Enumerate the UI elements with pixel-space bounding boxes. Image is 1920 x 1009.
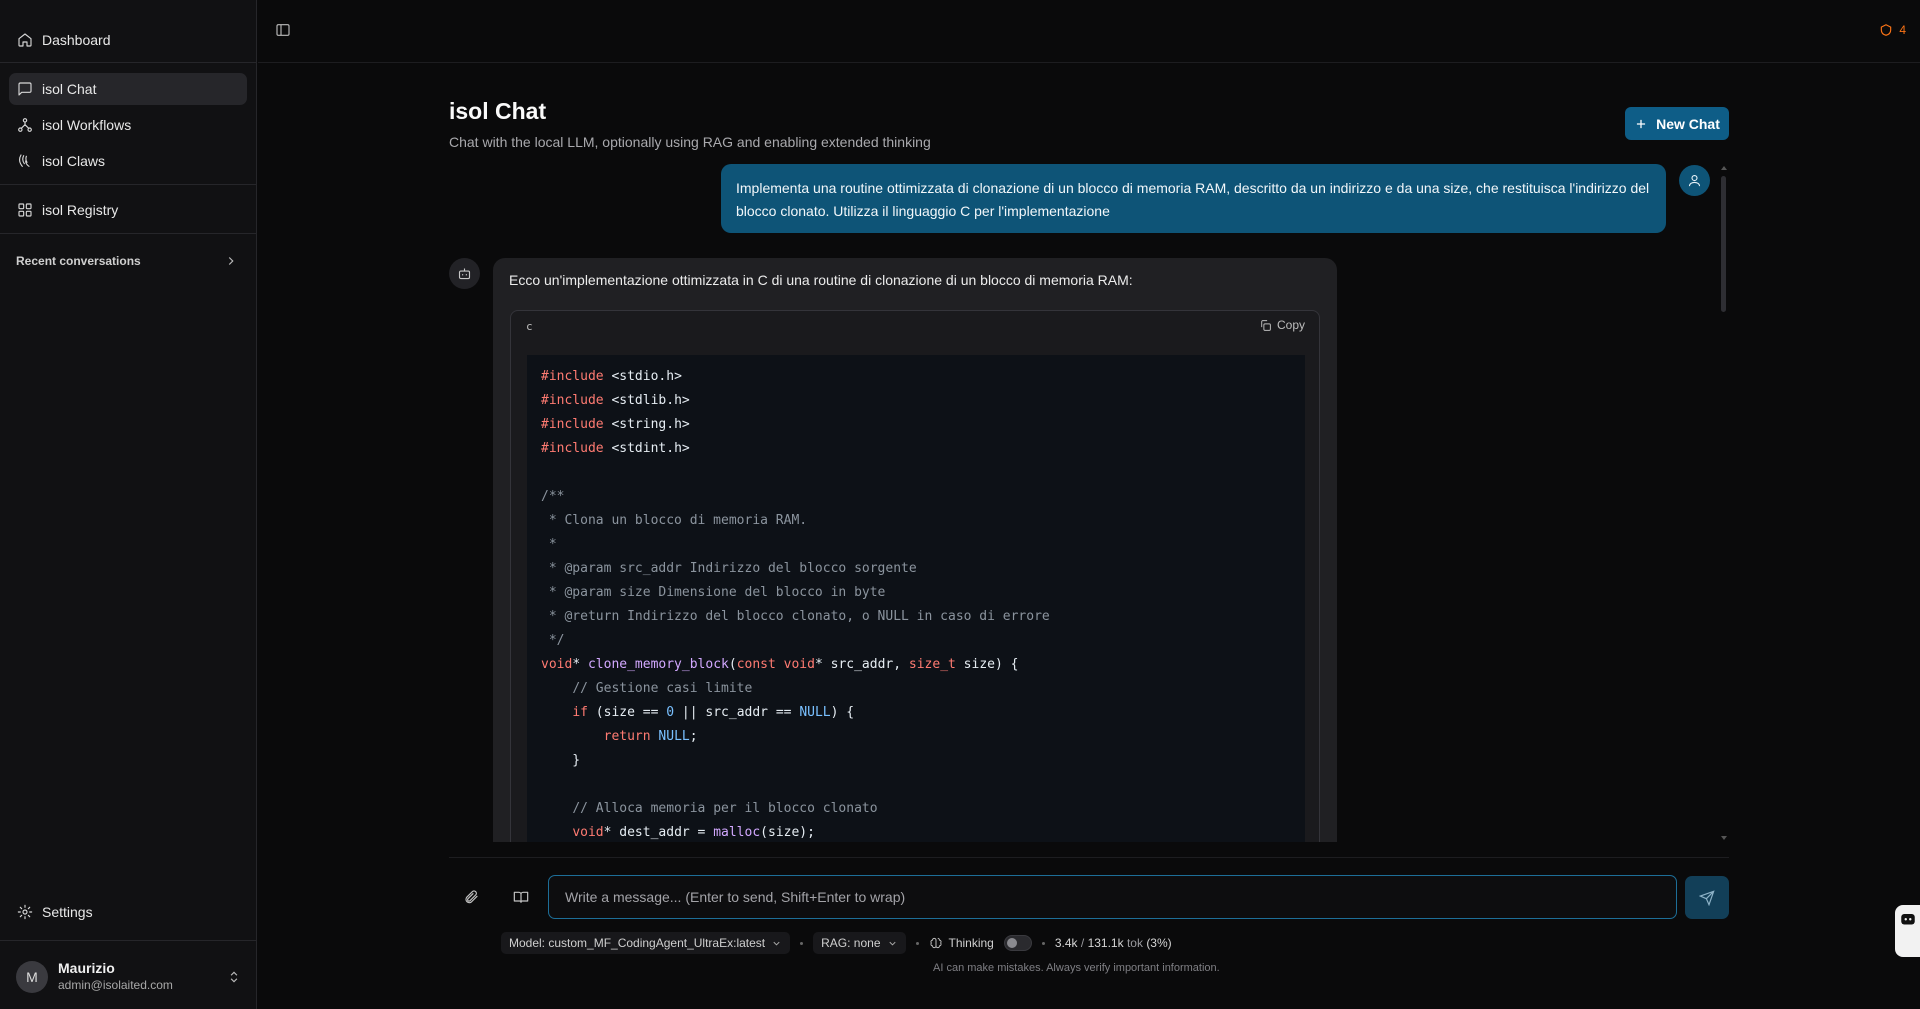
sidebar-item-isol-chat[interactable]: isol Chat	[9, 73, 247, 105]
tokens-used: 3.4k	[1054, 936, 1078, 950]
sidebar-toggle-button[interactable]	[275, 22, 293, 40]
model-select[interactable]: Model: custom_MF_CodingAgent_UltraEx:lat…	[501, 932, 791, 954]
chevron-down-icon	[773, 941, 780, 946]
settings-button[interactable]: Settings	[9, 896, 247, 928]
thinking-switch[interactable]	[1003, 935, 1032, 951]
assistant-message: Ecco un'implementazione ottimizzata in C…	[493, 258, 1337, 842]
sidebar-divider	[0, 940, 256, 941]
message-input[interactable]	[548, 875, 1677, 919]
user-message: Implementa una routine ottimizzata di cl…	[721, 164, 1666, 233]
home-icon	[18, 33, 32, 47]
tokens-total: 131.1k	[1087, 936, 1124, 950]
user-info: Maurizio admin@isolaited.com	[58, 960, 217, 994]
disclaimer: AI can make mistakes. Always verify impo…	[933, 962, 1220, 974]
user-menu[interactable]: M Maurizio admin@isolaited.com	[16, 958, 241, 996]
chevrons-up-down-icon	[230, 971, 238, 983]
user-avatar	[1679, 165, 1710, 196]
user-name: Maurizio	[58, 960, 115, 976]
app-window: Dashboard isol Chat isol Workflows isol …	[0, 0, 1920, 1009]
code-language: c	[526, 320, 533, 333]
copy-label: Copy	[1276, 318, 1305, 332]
separator-dot	[1041, 941, 1045, 945]
alerts-badge[interactable]: 4	[1879, 23, 1906, 37]
plus-icon	[1637, 119, 1646, 128]
sidebar-item-isol-registry[interactable]: isol Registry	[9, 194, 247, 226]
settings-label: Settings	[42, 904, 93, 920]
workflow-icon	[18, 118, 32, 132]
book-open-icon	[513, 891, 529, 903]
knowledge-button[interactable]	[506, 882, 536, 912]
user-email: admin@isolaited.com	[58, 978, 173, 992]
rag-select[interactable]: RAG: none	[813, 932, 906, 954]
code-block: c Copy #include <stdio.h> #include <stdl…	[510, 310, 1320, 842]
sidebar-item-isol-workflows[interactable]: isol Workflows	[9, 109, 247, 141]
thinking-toggle[interactable]: Thinking	[929, 935, 1032, 951]
sidebar-item-isol-claws[interactable]: isol Claws	[9, 145, 247, 177]
side-widget-tab[interactable]	[1895, 905, 1920, 957]
sidebar-item-label: isol Chat	[42, 81, 97, 97]
scroll-down-arrow[interactable]	[1721, 836, 1727, 840]
sidebar-divider	[0, 233, 256, 234]
claws-icon	[19, 154, 30, 167]
scroll-up-arrow[interactable]	[1721, 166, 1727, 170]
sidebar-divider	[0, 62, 256, 63]
separator-dot	[800, 941, 804, 945]
tokens-separator: /	[1080, 936, 1085, 950]
chat-scrollbar[interactable]	[1721, 166, 1727, 840]
sidebar-item-dashboard[interactable]: Dashboard	[9, 24, 247, 56]
page-title: isol Chat	[449, 98, 547, 124]
recent-conversations-label: Recent conversations	[16, 254, 141, 268]
avatar: M	[16, 961, 48, 993]
copy-icon	[1261, 319, 1271, 331]
scroll-thumb[interactable]	[1721, 176, 1726, 312]
recent-conversations-toggle[interactable]: Recent conversations	[16, 251, 238, 271]
page-subtitle: Chat with the local LLM, optionally usin…	[449, 134, 931, 150]
panel-left-icon	[276, 24, 290, 36]
copy-code-button[interactable]: Copy	[1259, 318, 1305, 332]
assistant-avatar	[449, 258, 480, 289]
code-content: #include <stdio.h> #include <stdlib.h> #…	[527, 355, 1305, 842]
tokens-unit: tok	[1126, 936, 1143, 950]
top-bar: 4	[258, 0, 1920, 63]
user-icon	[1688, 174, 1701, 187]
alerts-count: 4	[1899, 23, 1906, 37]
brain-icon	[929, 937, 942, 949]
new-chat-label: New Chat	[1656, 115, 1720, 132]
sidebar-item-label: isol Claws	[42, 153, 106, 169]
sidebar-item-label: isol Registry	[42, 202, 119, 218]
attach-button[interactable]	[456, 882, 486, 912]
send-button[interactable]	[1685, 876, 1729, 919]
sidebar: Dashboard isol Chat isol Workflows isol …	[0, 0, 257, 1009]
message-square-icon	[18, 82, 32, 96]
bot-icon	[458, 268, 471, 280]
sidebar-item-label: isol Workflows	[42, 117, 132, 133]
new-chat-button[interactable]: New Chat	[1625, 107, 1729, 140]
model-label: Model: custom_MF_CodingAgent_UltraEx:lat…	[509, 936, 766, 950]
grid-icon	[18, 203, 32, 217]
token-usage: 3.4k / 131.1k tok (3%)	[1055, 936, 1172, 950]
send-icon	[1699, 889, 1715, 906]
tokens-percent: (3%)	[1146, 936, 1172, 950]
gear-icon	[17, 904, 33, 920]
sidebar-item-label: Dashboard	[42, 32, 111, 48]
sidebar-divider	[0, 184, 256, 185]
paperclip-icon	[465, 890, 478, 904]
composer-options: Model: custom_MF_CodingAgent_UltraEx:lat…	[501, 932, 1172, 954]
chevron-right-icon	[228, 257, 234, 265]
chevron-down-icon	[888, 941, 896, 946]
assistant-intro: Ecco un'implementazione ottimizzata in C…	[509, 272, 1133, 288]
thinking-label: Thinking	[948, 936, 994, 950]
composer-divider	[449, 857, 1729, 858]
shield-alert-icon	[1881, 24, 1892, 36]
rag-label: RAG: none	[821, 936, 881, 950]
bot-widget-icon	[1900, 914, 1915, 925]
separator-dot	[915, 941, 919, 945]
